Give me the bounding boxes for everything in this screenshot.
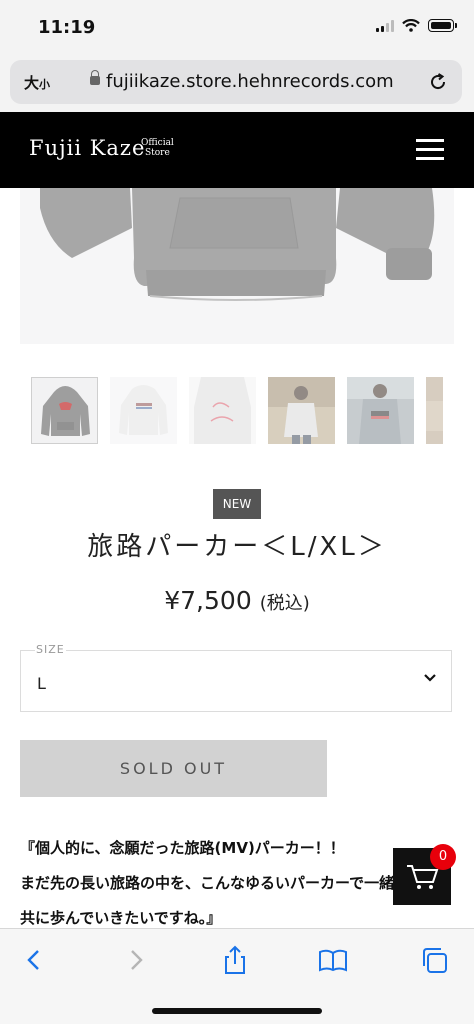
text-size-small: 小 xyxy=(39,78,51,91)
thumbnail-strip xyxy=(31,377,443,445)
browser-address-area: 大小 fujiikaze.store.hehnrecords.com xyxy=(0,56,474,112)
thumbnail-white-hoodie-back[interactable] xyxy=(110,377,177,444)
product-price: ¥7,500 (税込) xyxy=(0,586,474,615)
cart-count-badge: 0 xyxy=(430,844,456,870)
sold-out-button[interactable]: SOLD OUT xyxy=(20,740,327,797)
wifi-icon xyxy=(402,19,420,32)
text-size-large: 大 xyxy=(24,74,40,92)
chevron-down-icon xyxy=(424,674,436,682)
status-time: 11:19 xyxy=(38,17,96,38)
signal-icon xyxy=(376,19,394,32)
address-bar[interactable]: 大小 fujiikaze.store.hehnrecords.com xyxy=(10,60,462,104)
status-icons xyxy=(376,19,457,32)
home-indicator xyxy=(152,1008,322,1014)
forward-arrow-icon[interactable] xyxy=(120,945,150,975)
thumbnail-model-front[interactable] xyxy=(268,377,335,444)
price-value: ¥7,500 xyxy=(164,586,252,615)
share-icon[interactable] xyxy=(220,945,250,975)
size-label: SIZE xyxy=(35,643,66,656)
thumbnail-partial[interactable] xyxy=(426,377,443,444)
size-select[interactable]: L xyxy=(20,650,452,712)
tabs-icon[interactable] xyxy=(420,945,450,975)
tax-note: (税込) xyxy=(259,593,310,614)
logo-sub-official: Official xyxy=(141,138,174,148)
new-badge: NEW xyxy=(213,489,261,519)
site-header: Fujii Kaze Official Store xyxy=(0,112,474,188)
bookmarks-icon[interactable] xyxy=(318,945,348,975)
hoodie-image xyxy=(20,188,454,344)
product-title: 旅路パーカー＜L/XL＞ xyxy=(87,532,387,562)
size-selected-value: L xyxy=(37,674,46,693)
description-line-2: まだ先の長い旅路の中を、こんなゆるいパーカーで一緒に xyxy=(20,874,410,892)
text-size-button[interactable]: 大小 xyxy=(24,72,50,93)
store-logo[interactable]: Fujii Kaze xyxy=(29,136,145,160)
store-logo-subtitle: Official Store xyxy=(141,138,174,158)
description-line-1: 『個人的に、念願だった旅路(MV)パーカー！！ xyxy=(20,839,345,857)
product-main-image[interactable] xyxy=(20,188,454,344)
thumbnail-model-back[interactable] xyxy=(347,377,414,444)
thumbnail-white-hoodie-print[interactable] xyxy=(189,377,256,444)
hamburger-menu-icon[interactable] xyxy=(416,139,444,161)
reload-icon[interactable] xyxy=(428,72,448,92)
lock-icon xyxy=(90,70,100,85)
url-text[interactable]: fujiikaze.store.hehnrecords.com xyxy=(106,71,394,92)
status-bar: 11:19 xyxy=(0,0,474,56)
product-description: 『個人的に、念願だった旅路(MV)パーカー！！ まだ先の長い旅路の中を、こんなゆ… xyxy=(20,836,440,941)
logo-sub-store: Store xyxy=(144,148,170,158)
battery-icon xyxy=(428,19,457,32)
thumbnail-grey-hoodie[interactable] xyxy=(31,377,98,444)
back-arrow-icon[interactable] xyxy=(20,945,50,975)
